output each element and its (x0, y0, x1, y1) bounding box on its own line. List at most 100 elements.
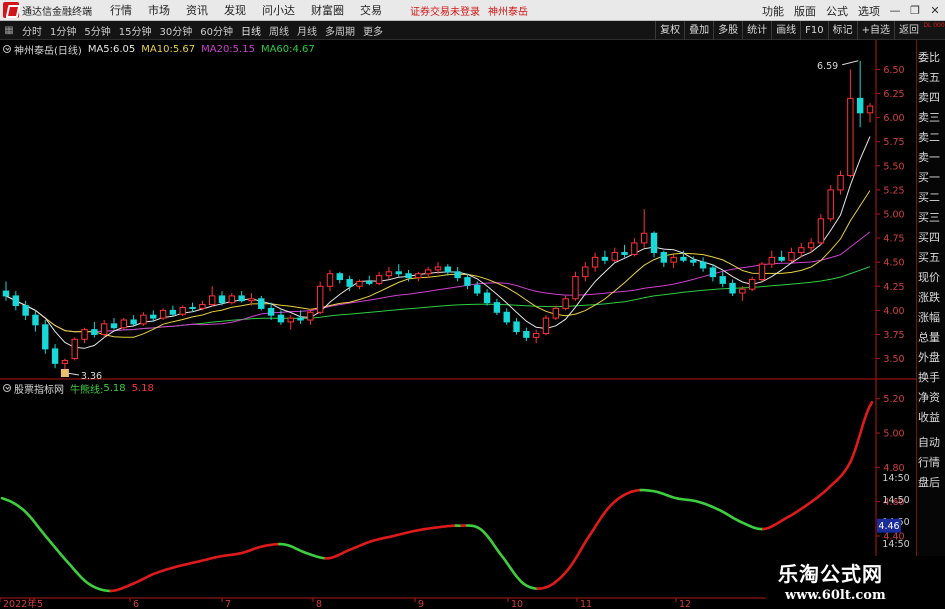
period-30min[interactable]: 30分钟 (155, 23, 196, 38)
menu-item-trade[interactable]: 交易 (352, 0, 390, 21)
price-tick-label: 5.50 (883, 161, 904, 172)
indicator-tick-label: 5.00 (883, 429, 904, 440)
side-panel-item[interactable]: 外盘 (918, 347, 945, 368)
adjust-button[interactable]: 复权 (655, 21, 684, 40)
kline-chart[interactable]: 6.593.36 6.50 6.25 6.00 5.75 5.50 5.25 5.00 4.7… (0, 40, 916, 609)
menu-function[interactable]: 功能 (757, 3, 789, 19)
ma5-line (5, 136, 871, 349)
side-panel-item[interactable]: 自动 (918, 432, 945, 453)
candle-body (807, 242, 815, 249)
side-panel-item[interactable]: 涨跌 (918, 287, 945, 308)
period-more[interactable]: 更多 (359, 23, 387, 38)
back-button[interactable]: 返回 (894, 21, 923, 40)
period-1min[interactable]: 1分钟 (46, 23, 80, 38)
candle-body (817, 218, 825, 244)
side-panel-item[interactable]: 卖二 (918, 127, 945, 148)
side-panel-item[interactable]: 买五 (918, 247, 945, 268)
time-tick-label: 9 (418, 599, 424, 609)
indicator-segment-rising (324, 524, 458, 560)
side-panel-item[interactable]: 卖四 (918, 87, 945, 108)
menu-item-market[interactable]: 行情 (102, 0, 140, 21)
side-panel-item[interactable]: 涨幅 (918, 307, 945, 328)
restore-icon[interactable]: ❐ (905, 0, 925, 21)
side-panel-item[interactable]: 卖三 (918, 107, 945, 128)
candle-body (258, 298, 265, 309)
candle-body (690, 259, 697, 263)
menu-formula[interactable]: 公式 (821, 3, 853, 19)
menu-item-markets[interactable]: 市场 (140, 0, 178, 21)
side-panel-item[interactable]: 买二 (918, 187, 945, 208)
mark-button[interactable]: 标记 (827, 21, 857, 40)
period-15min[interactable]: 15分钟 (115, 23, 156, 38)
moving-average-lines (5, 136, 871, 349)
period-daily[interactable]: 日线 (237, 23, 265, 38)
candle-body (729, 282, 736, 294)
period-60min[interactable]: 60分钟 (196, 23, 237, 38)
minimize-icon[interactable]: — (885, 0, 905, 21)
side-panel-item[interactable]: 现价 (918, 267, 945, 288)
draw-line-button[interactable]: 画线 (771, 21, 800, 40)
candle-body (621, 252, 628, 255)
period-multi[interactable]: 多周期 (321, 23, 359, 38)
chart-settings-icon[interactable]: ▦ (0, 21, 18, 40)
side-panel-item[interactable]: 行情 (918, 452, 945, 473)
side-panel-item[interactable]: 卖一 (918, 147, 945, 168)
price-tick-label: 4.75 (883, 234, 904, 245)
candle-body (179, 306, 186, 315)
side-panel-item[interactable]: 换手 (918, 367, 945, 388)
close-icon[interactable]: ✕ (925, 0, 945, 21)
candle-body (120, 319, 128, 329)
time-stamp-label: 14:50 (882, 473, 909, 484)
candle-body (748, 279, 756, 290)
trade-login-status[interactable]: 证券交易未登录 (410, 3, 480, 18)
candle-body (503, 311, 510, 323)
indicator-segment-rising (109, 542, 281, 593)
candle-body (91, 329, 98, 335)
statistics-button[interactable]: 统计 (742, 21, 771, 40)
candle-body (277, 314, 285, 323)
side-panel-item[interactable]: 买三 (918, 207, 945, 228)
overlay-button[interactable]: 叠加 (684, 21, 713, 40)
candle-body (758, 263, 766, 281)
current-value-label: 4.46 (878, 521, 899, 532)
period-weekly[interactable]: 周线 (265, 23, 293, 38)
side-panel-item[interactable]: 收益 (918, 407, 945, 428)
indicator-toggle-icon[interactable] (3, 384, 11, 392)
ma20-name: MA20: (201, 43, 233, 55)
candle-body (228, 295, 236, 304)
menu-options[interactable]: 选项 (853, 3, 885, 19)
candle-body (208, 295, 216, 306)
candle-body (385, 271, 393, 277)
candle-body (719, 276, 726, 284)
menu-item-discover[interactable]: 发现 (216, 0, 254, 21)
app-logo-icon (3, 2, 19, 18)
side-panel-item[interactable]: 买四 (918, 227, 945, 248)
candle-body (424, 269, 432, 275)
menu-item-news[interactable]: 资讯 (178, 0, 216, 21)
period-5min[interactable]: 5分钟 (80, 23, 114, 38)
menu-item-ask[interactable]: 问小达 (254, 0, 303, 21)
side-panel-item[interactable]: 总量 (918, 327, 945, 348)
indicator-legend: 股票指标网 牛熊线: 5.18 5.18 (3, 381, 160, 396)
multi-stock-button[interactable]: 多股 (713, 21, 742, 40)
indicator-line (0, 400, 874, 593)
period-intraday[interactable]: 分时 (18, 23, 46, 38)
candle-body (562, 298, 569, 309)
add-watchlist-button[interactable]: +自选 (856, 21, 894, 40)
candle-body (307, 311, 314, 321)
candle-body (375, 275, 383, 284)
menu-item-wealth[interactable]: 财富圈 (303, 0, 352, 21)
side-panel-item[interactable]: 买一 (918, 167, 945, 188)
side-panel-item[interactable]: 委比 (918, 47, 945, 68)
side-panel-item[interactable]: 卖五 (918, 67, 945, 88)
period-monthly[interactable]: 月线 (293, 23, 321, 38)
menu-layout[interactable]: 版面 (789, 3, 821, 19)
candle-body (366, 280, 373, 284)
legend-toggle-icon[interactable] (3, 45, 11, 53)
time-tick-label: 11 (580, 599, 592, 609)
side-panel-item[interactable]: 盘后 (918, 472, 945, 493)
candle-body (100, 323, 108, 335)
side-panel-item[interactable]: 净资 (918, 387, 945, 408)
f10-button[interactable]: F10 (800, 21, 827, 40)
watermark-url: www.60lt.com (785, 588, 886, 603)
